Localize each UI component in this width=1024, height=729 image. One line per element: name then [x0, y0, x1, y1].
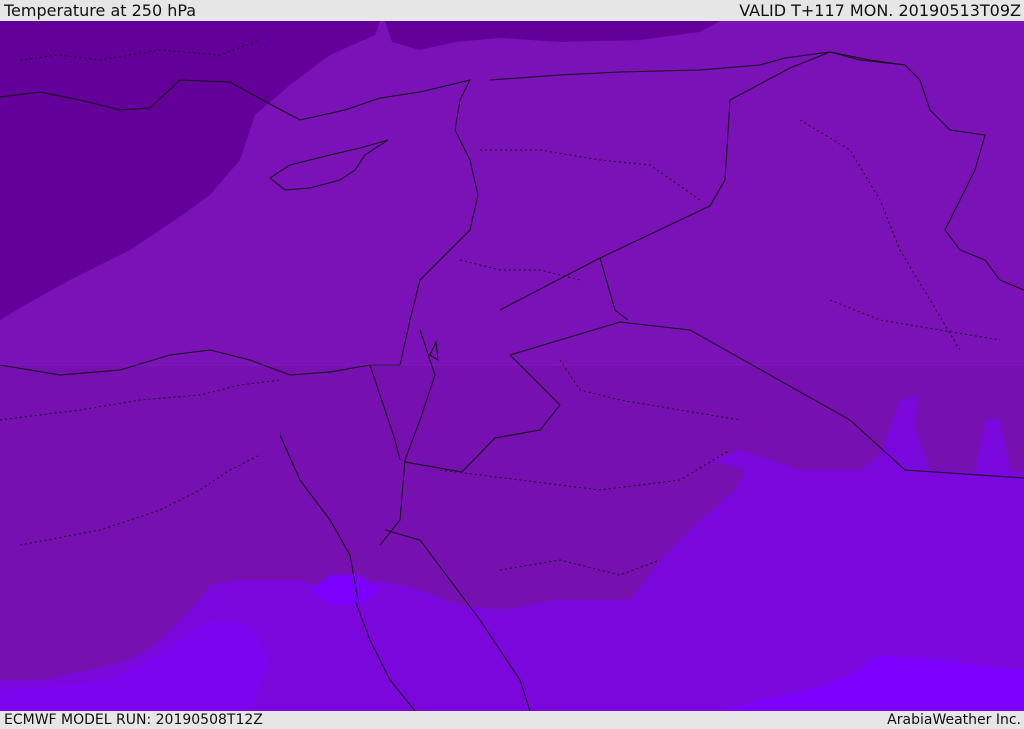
temperature-map[interactable] — [0, 21, 1024, 711]
valid-time-label: VALID T+117 MON. 20190513T09Z — [739, 1, 1021, 20]
header-bar: Temperature at 250 hPa VALID T+117 MON. … — [0, 0, 1024, 21]
map-canvas — [0, 21, 1024, 711]
credit-label: ArabiaWeather Inc. — [887, 712, 1021, 728]
footer-bar: ECMWF MODEL RUN: 20190508T12Z ArabiaWeat… — [0, 711, 1024, 729]
model-run-label: ECMWF MODEL RUN: 20190508T12Z — [4, 712, 263, 728]
map-title: Temperature at 250 hPa — [4, 1, 197, 20]
